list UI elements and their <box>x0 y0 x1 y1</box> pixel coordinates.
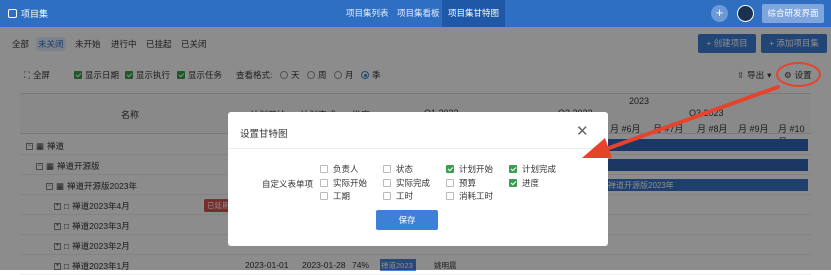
checkbox-icon <box>320 179 328 187</box>
option-label: 消耗工时 <box>459 191 494 201</box>
option-label: 实际完成 <box>396 178 431 188</box>
option-duration[interactable]: 工期 <box>320 190 350 202</box>
top-nav-bar: 项目集 项目集列表 项目集看板 项目集甘特图 + 综合研发界面 <box>0 0 831 27</box>
checkbox-icon <box>509 165 517 173</box>
option-actual-start[interactable]: 实际开始 <box>320 177 367 189</box>
project-set-icon <box>8 9 17 18</box>
checkbox-icon <box>383 179 391 187</box>
checkbox-icon <box>446 192 454 200</box>
dialog-title: 设置甘特图 <box>240 129 288 140</box>
brand-label: 项目集 <box>21 9 49 19</box>
option-owner[interactable]: 负责人 <box>320 163 359 175</box>
option-label: 工期 <box>333 191 351 201</box>
option-budget[interactable]: 预算 <box>446 177 476 189</box>
checkbox-icon <box>383 192 391 200</box>
checkbox-icon <box>383 165 391 173</box>
option-label: 计划开始 <box>459 164 494 174</box>
option-hours[interactable]: 工时 <box>383 190 413 202</box>
tab-project-set-gantt[interactable]: 项目集甘特图 <box>442 0 506 27</box>
option-plan-start[interactable]: 计划开始 <box>446 163 493 175</box>
option-status[interactable]: 状态 <box>383 163 413 175</box>
option-label: 状态 <box>396 164 414 174</box>
close-icon[interactable]: ✕ <box>576 122 589 140</box>
option-consumed-hours[interactable]: 消耗工时 <box>446 190 493 202</box>
gantt-settings-dialog: 设置甘特图 ✕ 自定义表单项 负责人 状态 计划开始 计划完成 实际开始 实际完… <box>228 112 608 246</box>
rd-interface-button[interactable]: 综合研发界面 <box>762 4 824 23</box>
add-icon[interactable]: + <box>711 5 728 22</box>
brand[interactable]: 项目集 <box>8 7 48 20</box>
option-label: 进度 <box>522 178 540 188</box>
tab-project-set-board[interactable]: 项目集看板 <box>391 0 446 27</box>
checkbox-icon <box>320 165 328 173</box>
checkbox-icon <box>509 179 517 187</box>
option-plan-end[interactable]: 计划完成 <box>509 163 556 175</box>
highlight-ring <box>776 62 821 87</box>
field-label: 自定义表单项 <box>262 179 314 189</box>
option-label: 实际开始 <box>333 178 368 188</box>
option-label: 计划完成 <box>522 164 557 174</box>
divider <box>228 148 608 149</box>
option-label: 预算 <box>459 178 477 188</box>
checkbox-icon <box>446 179 454 187</box>
avatar[interactable] <box>737 5 754 22</box>
option-label: 工时 <box>396 191 414 201</box>
tab-project-set-list[interactable]: 项目集列表 <box>340 0 395 27</box>
option-progress[interactable]: 进度 <box>509 177 539 189</box>
save-button[interactable]: 保存 <box>376 210 438 230</box>
option-actual-end[interactable]: 实际完成 <box>383 177 430 189</box>
option-label: 负责人 <box>333 164 359 174</box>
checkbox-icon <box>446 165 454 173</box>
checkbox-icon <box>320 192 328 200</box>
